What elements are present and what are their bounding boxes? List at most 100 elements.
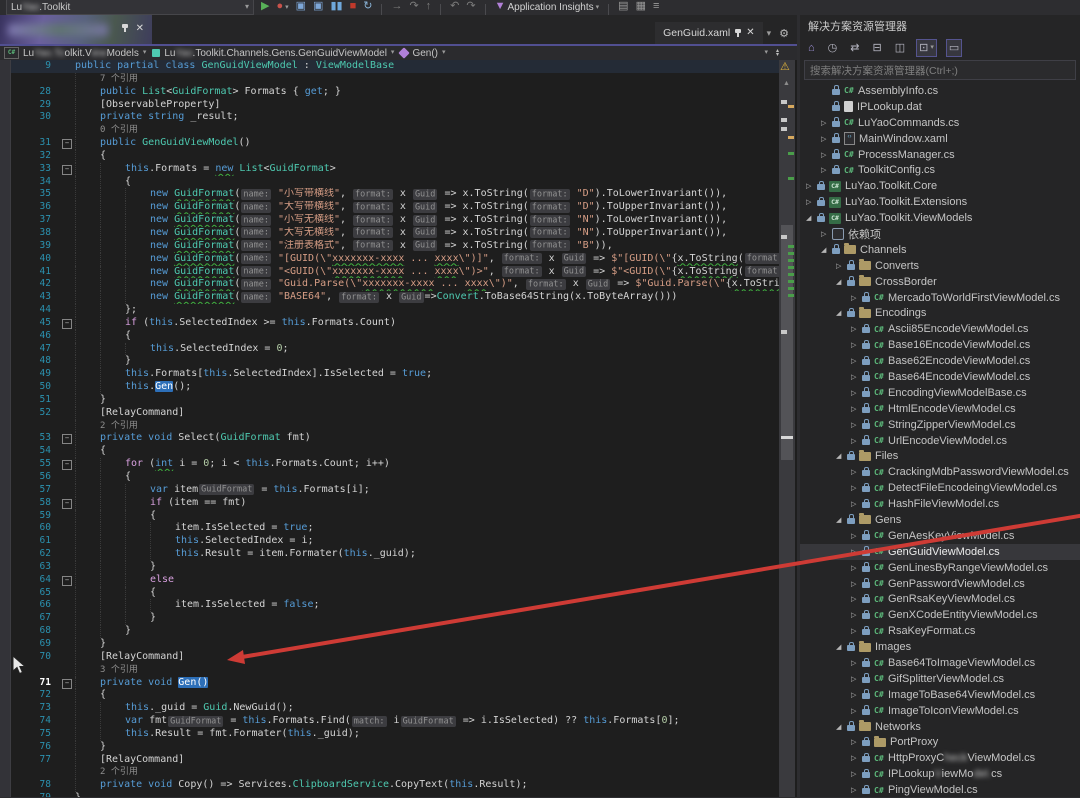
gear-icon[interactable]: ⚙ <box>779 27 789 40</box>
tree-expander-closed-icon[interactable]: ▷ <box>851 548 862 556</box>
tree-item[interactable]: ▷C#Base62EncodeViewModel.cs <box>800 353 1080 369</box>
tree-expander-closed-icon[interactable]: ▷ <box>836 262 847 270</box>
tree-expander-closed-icon[interactable]: ▷ <box>821 230 832 238</box>
tree-item[interactable]: ▷C#MercadoToWorldFirstViewModel.cs <box>800 290 1080 306</box>
tree-item[interactable]: ▷C#Base64EncodeViewModel.cs <box>800 369 1080 385</box>
tree-item[interactable]: ▷C#GenRsaKeyViewModel.cs <box>800 592 1080 608</box>
pause-button[interactable]: ▮▮ <box>330 0 342 15</box>
tree-expander-closed-icon[interactable]: ▷ <box>851 580 862 588</box>
tree-expander-closed-icon[interactable]: ▷ <box>851 484 862 492</box>
tree-expander-closed-icon[interactable]: ▷ <box>821 119 832 127</box>
start-debug-button[interactable]: ▶ <box>261 0 269 15</box>
tree-expander-closed-icon[interactable]: ▷ <box>851 357 862 365</box>
chevron-down-icon[interactable]: ▾ <box>764 46 768 60</box>
tree-item[interactable]: ▷C#DetectFileEncodeingViewModel.cs <box>800 480 1080 496</box>
tree-item[interactable]: ▷C#ProcessManager.cs <box>800 147 1080 163</box>
tree-item[interactable]: ▷C#PingViewModel.cs <box>800 782 1080 798</box>
breadcrumb-type[interactable]: LuYao.Toolkit.Channels.Gens.GenGuidViewM… <box>152 46 394 60</box>
tree-item[interactable]: ▷C#HashFileViewModel.cs <box>800 496 1080 512</box>
tree-expander-closed-icon[interactable]: ▷ <box>851 707 862 715</box>
tree-expander-open-icon[interactable]: ◢ <box>836 278 847 286</box>
active-document-tab[interactable]: ✕ <box>0 15 152 44</box>
tree-item[interactable]: ▷PortProxy <box>800 735 1080 751</box>
tree-expander-closed-icon[interactable]: ▷ <box>821 135 832 143</box>
find-in-files-icon[interactable]: ▤ <box>618 0 628 15</box>
tree-item[interactable]: ▷依赖项 <box>800 226 1080 242</box>
tree-expander-closed-icon[interactable]: ▷ <box>851 405 862 413</box>
fold-collapse-icon[interactable]: − <box>62 165 72 175</box>
tree-item[interactable]: ▷C#GenAesKeyViewModel.cs <box>800 528 1080 544</box>
tree-item[interactable]: ◢Images <box>800 639 1080 655</box>
switch-views-icon[interactable]: ⇄ <box>848 40 861 56</box>
codelens-references[interactable]: 7 个引用 <box>100 74 138 84</box>
tree-item[interactable]: IPLookup.dat <box>800 99 1080 115</box>
window-list-icon[interactable]: ≡ <box>653 0 659 15</box>
tree-expander-closed-icon[interactable]: ▷ <box>851 325 862 333</box>
tree-item[interactable]: ▷C#UrlEncodeViewModel.cs <box>800 433 1080 449</box>
sync-with-active-document-icon[interactable]: ⊡▾ <box>916 39 937 57</box>
tree-item[interactable]: ▷C#GenXCodeEntityViewModel.cs <box>800 607 1080 623</box>
breadcrumb-namespace[interactable]: C#LuYao.Toolkit.ViewModels▾ <box>4 46 146 60</box>
tree-item[interactable]: ▷Converts <box>800 258 1080 274</box>
tree-item[interactable]: ▷C#RsaKeyFormat.cs <box>800 623 1080 639</box>
tree-expander-closed-icon[interactable]: ▷ <box>851 627 862 635</box>
fold-collapse-icon[interactable]: − <box>62 460 72 470</box>
solution-explorer-title[interactable]: 解决方案资源管理器 <box>800 15 1080 37</box>
tab-genguid-xaml[interactable]: GenGuid.xaml ✕ <box>655 22 763 44</box>
undo-icon[interactable]: ↶ <box>450 0 459 15</box>
tree-expander-closed-icon[interactable]: ▷ <box>851 738 862 746</box>
tree-item[interactable]: ◢Gens <box>800 512 1080 528</box>
preview-selected-items-icon[interactable]: ▭ <box>946 39 962 57</box>
tree-expander-closed-icon[interactable]: ▷ <box>851 341 862 349</box>
tree-item[interactable]: ◢Networks <box>800 719 1080 735</box>
redo-icon[interactable]: ↷ <box>466 0 475 15</box>
application-insights-flask-icon[interactable]: ▼Application Insights▾ <box>495 0 600 15</box>
codelens-references[interactable]: 3 个引用 <box>100 665 138 675</box>
tree-item[interactable]: ▷C#CrackingMdbPasswordViewModel.cs <box>800 464 1080 480</box>
tree-item[interactable]: ▷C#GenLinesByRangeViewModel.cs <box>800 560 1080 576</box>
fold-collapse-icon[interactable]: − <box>62 499 72 509</box>
tree-item[interactable]: ▷C#Ascii85EncodeViewModel.cs <box>800 321 1080 337</box>
solution-search-input[interactable]: 搜索解决方案资源管理器(Ctrl+;) <box>804 60 1076 80</box>
tree-expander-open-icon[interactable]: ◢ <box>836 723 847 731</box>
tree-expander-closed-icon[interactable]: ▷ <box>851 500 862 508</box>
scroll-up-arrow-icon[interactable]: ▲ <box>783 80 790 87</box>
tree-expander-closed-icon[interactable]: ▷ <box>851 532 862 540</box>
startup-project-selector[interactable]: LuYao.Toolkit ▾ <box>6 0 254 15</box>
fold-collapse-icon[interactable]: − <box>62 319 72 329</box>
tree-expander-closed-icon[interactable]: ▷ <box>851 564 862 572</box>
tree-expander-closed-icon[interactable]: ▷ <box>851 675 862 683</box>
fold-collapse-icon[interactable]: − <box>62 139 72 149</box>
scrollbar-grip[interactable] <box>781 436 793 439</box>
tree-item[interactable]: ▷C#GenPasswordViewModel.cs <box>800 576 1080 592</box>
fold-collapse-icon[interactable]: − <box>62 679 72 689</box>
events-icon[interactable]: ▣ <box>313 0 323 15</box>
tree-item[interactable]: ▷C#LuYao.Toolkit.Core <box>800 178 1080 194</box>
restart-button[interactable]: ↻ <box>363 0 372 15</box>
tree-item[interactable]: ▷C#HtmlEncodeViewModel.cs <box>800 401 1080 417</box>
pin-icon[interactable] <box>124 24 126 32</box>
step-out-icon[interactable]: ↑ <box>426 0 432 15</box>
tree-item[interactable]: ▷C#HttpProxyCheckViewModel.cs <box>800 750 1080 766</box>
tree-expander-open-icon[interactable]: ◢ <box>806 214 817 222</box>
tree-item[interactable]: ▷C#Base16EncodeViewModel.cs <box>800 337 1080 353</box>
tree-expander-closed-icon[interactable]: ▷ <box>806 182 817 190</box>
tree-item[interactable]: ◢Channels <box>800 242 1080 258</box>
fold-collapse-icon[interactable]: − <box>62 434 72 444</box>
tree-item[interactable]: ◢Files <box>800 448 1080 464</box>
tree-expander-closed-icon[interactable]: ▷ <box>851 373 862 381</box>
stop-button[interactable]: ■ <box>350 0 357 15</box>
split-window-icon[interactable]: ▴▾ <box>776 49 779 57</box>
warning-triangle-icon[interactable]: ⚠ <box>780 60 790 73</box>
diagnostics-icon[interactable]: ▣ <box>296 0 306 15</box>
tree-item[interactable]: ▷C#LuYao.Toolkit.Extensions <box>800 194 1080 210</box>
tree-expander-closed-icon[interactable]: ▷ <box>851 389 862 397</box>
tree-item-selected[interactable]: ▷C#GenGuidViewModel.cs <box>800 544 1080 560</box>
tree-expander-closed-icon[interactable]: ▷ <box>851 611 862 619</box>
tree-item[interactable]: ▷C#ToolkitConfig.cs <box>800 162 1080 178</box>
tree-item[interactable]: ▷C#Base64ToImageViewModel.cs <box>800 655 1080 671</box>
tree-item[interactable]: ▷C#LuYaoCommands.cs <box>800 115 1080 131</box>
editor-scrollbar[interactable]: ⚠ ▲ <box>779 60 795 797</box>
tree-expander-closed-icon[interactable]: ▷ <box>851 786 862 794</box>
tree-item[interactable]: ▷C#GifSplitterViewModel.cs <box>800 671 1080 687</box>
